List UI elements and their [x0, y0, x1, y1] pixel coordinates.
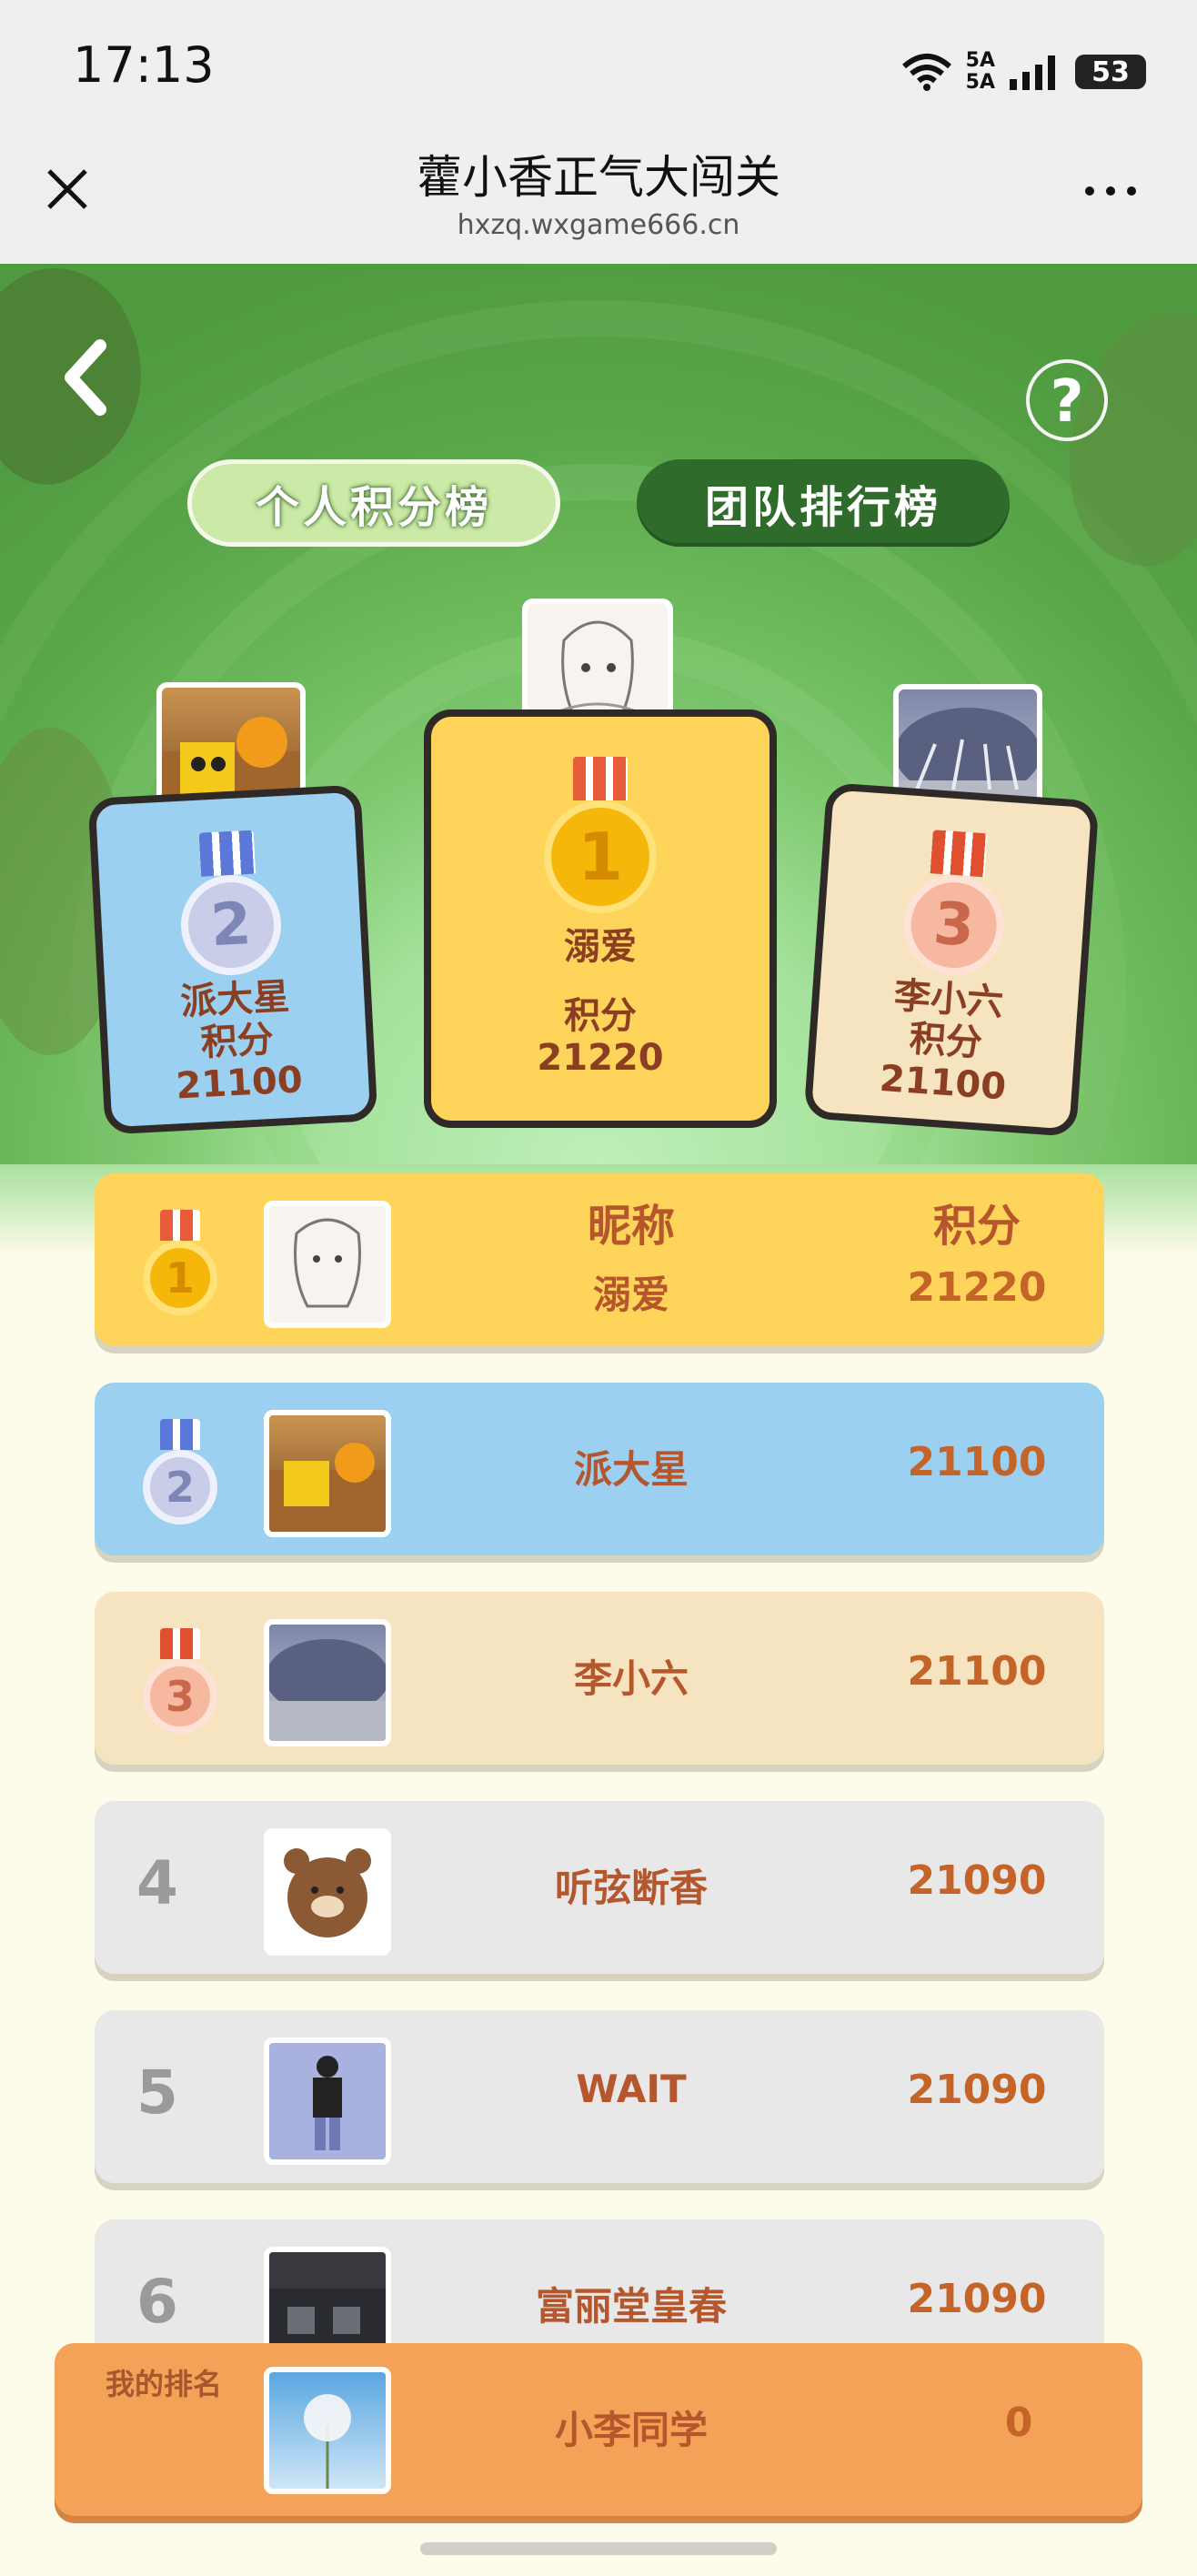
row-nickname: 李小六 — [573, 1656, 689, 1701]
my-nickname: 小李同学 — [554, 2408, 708, 2452]
row-nickname: 派大星 — [573, 1447, 689, 1492]
row-avatar — [264, 1828, 391, 1956]
podium-card-1: 1 溺爱 积分 21220 — [424, 709, 777, 1128]
help-button[interactable]: ? — [1026, 359, 1108, 441]
chevron-left-icon — [65, 339, 106, 416]
my-score: 0 — [1004, 2400, 1033, 2446]
podium-name-1: 溺爱 — [564, 926, 637, 968]
row-score: 21100 — [907, 1439, 1047, 1485]
row-score: 21090 — [907, 2276, 1047, 2322]
row-score: 21100 — [907, 1648, 1047, 1695]
row-avatar — [264, 2038, 391, 2165]
table-row: 4 听弦断香 21090 — [95, 1801, 1104, 1974]
podium-score-1: 21220 — [537, 1037, 664, 1079]
column-header-nickname: 昵称 — [587, 1201, 675, 1252]
podium-medal-3: 3 — [821, 822, 1089, 983]
wifi-icon — [901, 54, 951, 91]
rank-number: 6 — [136, 2267, 178, 2337]
row-nickname: 溺爱 — [592, 1273, 669, 1317]
status-icons: 5A 5A 53 — [900, 45, 1146, 98]
row-score: 21090 — [907, 1857, 1047, 1904]
page-url: hxzq.wxgame666.cn — [457, 209, 740, 241]
rank-number: 5 — [136, 2058, 178, 2128]
row-avatar — [264, 1410, 391, 1537]
row-avatar — [264, 1619, 391, 1746]
my-rank-bar: 我的排名 小李同学 0 — [55, 2343, 1142, 2516]
signal-bars-icon — [1010, 55, 1055, 90]
table-row-rank-2: 2 派大星 21100 — [95, 1383, 1104, 1555]
podium-medal-2: 2 — [97, 825, 363, 982]
row-nickname: 听弦断香 — [554, 1866, 708, 1910]
signal-label: 5A 5A — [965, 49, 995, 94]
my-avatar — [264, 2367, 391, 2494]
tab-personal-ranking[interactable]: 个人积分榜 — [187, 459, 560, 547]
column-header-score: 积分 — [932, 1201, 1021, 1252]
rank-medal-2: 2 — [136, 1419, 224, 1524]
row-score: 21090 — [907, 2067, 1047, 2113]
battery-indicator: 53 — [1075, 55, 1146, 89]
row-score: 21220 — [907, 1264, 1047, 1311]
rank-medal-1: 1 — [136, 1210, 224, 1315]
row-nickname: 富丽堂皇春 — [535, 2284, 727, 2329]
home-indicator — [420, 2542, 777, 2555]
tab-team-ranking[interactable]: 团队排行榜 — [637, 459, 1010, 547]
question-icon: ? — [1050, 368, 1084, 436]
page-title: 藿小香正气大闯关 — [417, 151, 780, 204]
podium-card-2: 2 派大星 积分 21100 — [87, 784, 378, 1135]
more-icon — [1085, 186, 1136, 196]
table-row: 5 WAIT 21090 — [95, 2010, 1104, 2183]
rank-medal-3: 3 — [136, 1628, 224, 1734]
my-rank-label: 我的排名 — [106, 2367, 223, 2401]
table-row-rank-1: 1 昵称 积分 溺爱 21220 — [95, 1173, 1104, 1346]
rank-number: 4 — [136, 1848, 178, 1918]
podium-card-3: 3 李小六 积分 21100 — [803, 781, 1100, 1138]
status-time: 17:13 — [73, 36, 215, 94]
podium-medal-1: 1 — [431, 757, 770, 913]
more-menu-button[interactable] — [1079, 173, 1142, 209]
podium-score-label-1: 积分 — [564, 995, 637, 1037]
row-avatar — [264, 1201, 391, 1328]
row-nickname: WAIT — [576, 2067, 687, 2111]
back-button[interactable] — [55, 337, 118, 418]
table-row-rank-3: 3 李小六 21100 — [95, 1592, 1104, 1765]
